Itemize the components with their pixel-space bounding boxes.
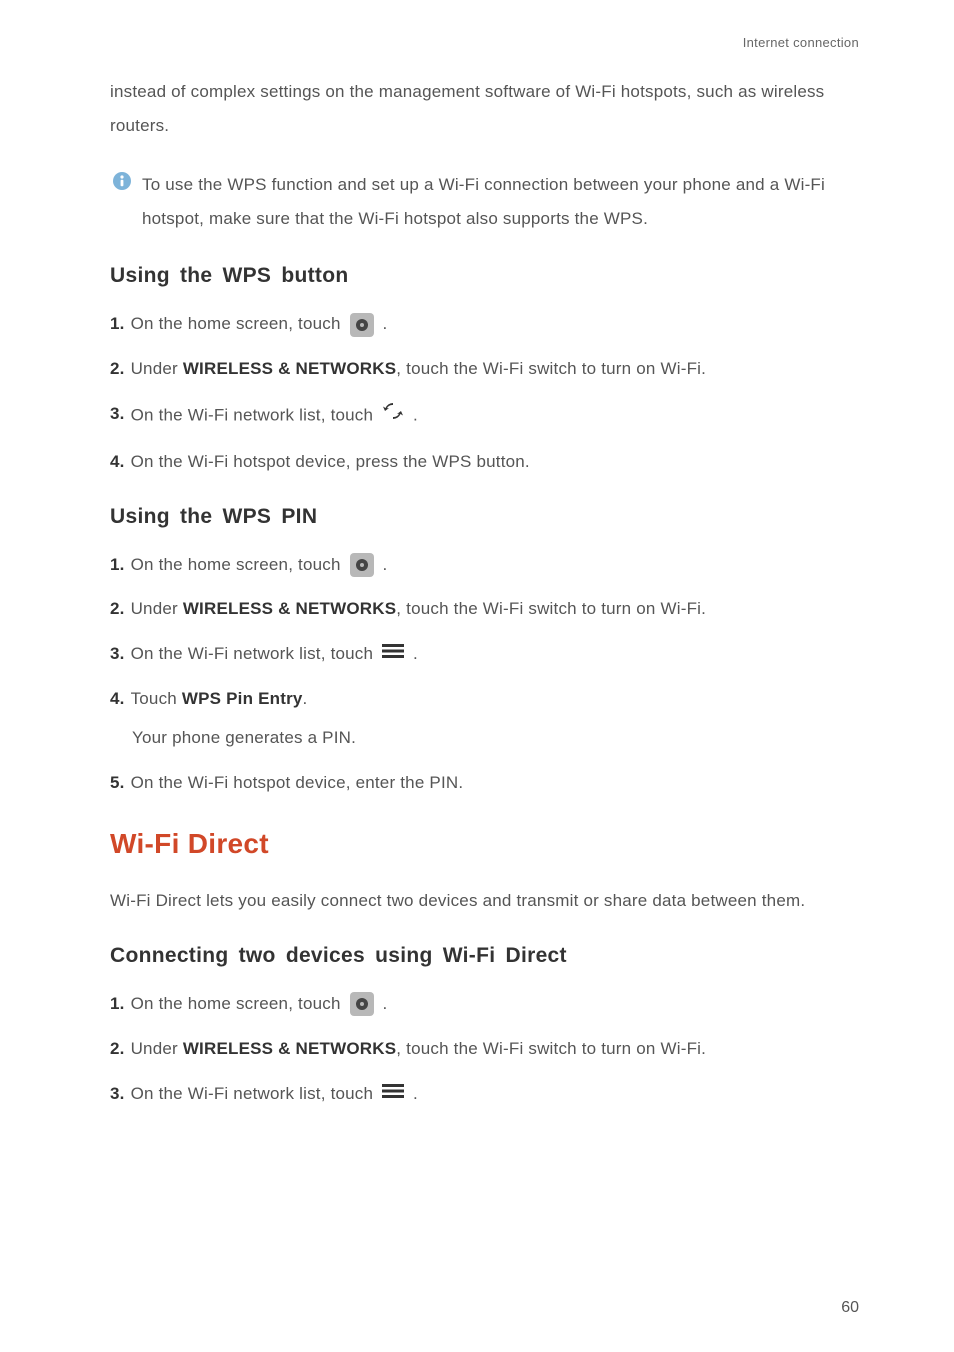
step-number: 3. (110, 400, 125, 429)
step-number: 2. (110, 595, 125, 624)
heading-connecting-wifi-direct: Connecting two devices using Wi-Fi Direc… (110, 944, 859, 968)
step-text: On the Wi-Fi network list, touch (131, 644, 379, 663)
info-note-text: To use the WPS function and set up a Wi-… (142, 168, 859, 236)
list-item: 4. Touch WPS Pin Entry. Your phone gener… (110, 685, 859, 753)
step-number: 4. (110, 448, 125, 477)
header-section-label: Internet connection (110, 35, 859, 50)
step-text: On the Wi-Fi network list, touch (131, 1084, 379, 1103)
step-text: , touch the Wi-Fi switch to turn on Wi-F… (396, 1039, 706, 1058)
menu-icon (382, 1080, 404, 1109)
step-text: Under (131, 1039, 183, 1058)
wifi-direct-description: Wi-Fi Direct lets you easily connect two… (110, 884, 859, 918)
settings-icon (350, 313, 374, 337)
step-subtext: Your phone generates a PIN. (132, 724, 859, 753)
step-number: 2. (110, 1035, 125, 1064)
step-number: 5. (110, 769, 125, 798)
step-text-bold: WIRELESS & NETWORKS (183, 359, 396, 378)
step-text: . (413, 644, 418, 663)
intro-paragraph: instead of complex settings on the manag… (110, 75, 859, 143)
heading-wps-button: Using the WPS button (110, 264, 859, 288)
list-item: 4. On the Wi-Fi hotspot device, press th… (110, 448, 859, 477)
list-item: 3. On the Wi-Fi network list, touch . (110, 1080, 859, 1109)
step-text: Under (131, 359, 183, 378)
settings-icon (350, 992, 374, 1016)
step-text: . (383, 994, 388, 1013)
step-number: 1. (110, 551, 125, 580)
wps-button-steps: 1. On the home screen, touch . 2. Under … (110, 310, 859, 477)
step-text: On the home screen, touch (131, 994, 346, 1013)
step-number: 1. (110, 310, 125, 339)
step-text: , touch the Wi-Fi switch to turn on Wi-F… (396, 599, 706, 618)
step-number: 4. (110, 685, 125, 714)
step-text: . (413, 1084, 418, 1103)
page-number: 60 (841, 1299, 859, 1317)
step-text: . (383, 314, 388, 333)
step-text: On the Wi-Fi hotspot device, press the W… (131, 448, 859, 477)
step-text: On the home screen, touch (131, 314, 346, 333)
info-icon (112, 171, 132, 191)
list-item: 1. On the home screen, touch . (110, 990, 859, 1019)
step-text: . (383, 555, 388, 574)
list-item: 1. On the home screen, touch . (110, 551, 859, 580)
step-text: Touch (131, 689, 182, 708)
menu-icon (382, 640, 404, 669)
step-number: 1. (110, 990, 125, 1019)
list-item: 1. On the home screen, touch . (110, 310, 859, 339)
settings-icon (350, 553, 374, 577)
step-text: On the Wi-Fi network list, touch (131, 405, 379, 424)
list-item: 2. Under WIRELESS & NETWORKS, touch the … (110, 595, 859, 624)
step-text-bold: WPS Pin Entry (182, 689, 303, 708)
step-number: 3. (110, 640, 125, 669)
step-text-bold: WIRELESS & NETWORKS (183, 599, 396, 618)
step-text: Under (131, 599, 183, 618)
wifi-direct-steps: 1. On the home screen, touch . 2. Under … (110, 990, 859, 1109)
step-text: , touch the Wi-Fi switch to turn on Wi-F… (396, 359, 706, 378)
step-text: On the Wi-Fi hotspot device, enter the P… (131, 769, 859, 798)
list-item: 3. On the Wi-Fi network list, touch . (110, 640, 859, 669)
info-note-block: To use the WPS function and set up a Wi-… (110, 168, 859, 236)
wps-pin-steps: 1. On the home screen, touch . 2. Under … (110, 551, 859, 798)
step-number: 2. (110, 355, 125, 384)
step-text: . (303, 689, 308, 708)
step-text: . (413, 405, 418, 424)
step-text: On the home screen, touch (131, 555, 346, 574)
list-item: 5. On the Wi-Fi hotspot device, enter th… (110, 769, 859, 798)
list-item: 2. Under WIRELESS & NETWORKS, touch the … (110, 1035, 859, 1064)
heading-wps-pin: Using the WPS PIN (110, 505, 859, 529)
wps-arrows-icon (382, 400, 404, 432)
list-item: 2. Under WIRELESS & NETWORKS, touch the … (110, 355, 859, 384)
list-item: 3. On the Wi-Fi network list, touch . (110, 400, 859, 432)
section-title-wifi-direct: Wi-Fi Direct (110, 828, 859, 860)
step-number: 3. (110, 1080, 125, 1109)
step-text-bold: WIRELESS & NETWORKS (183, 1039, 396, 1058)
